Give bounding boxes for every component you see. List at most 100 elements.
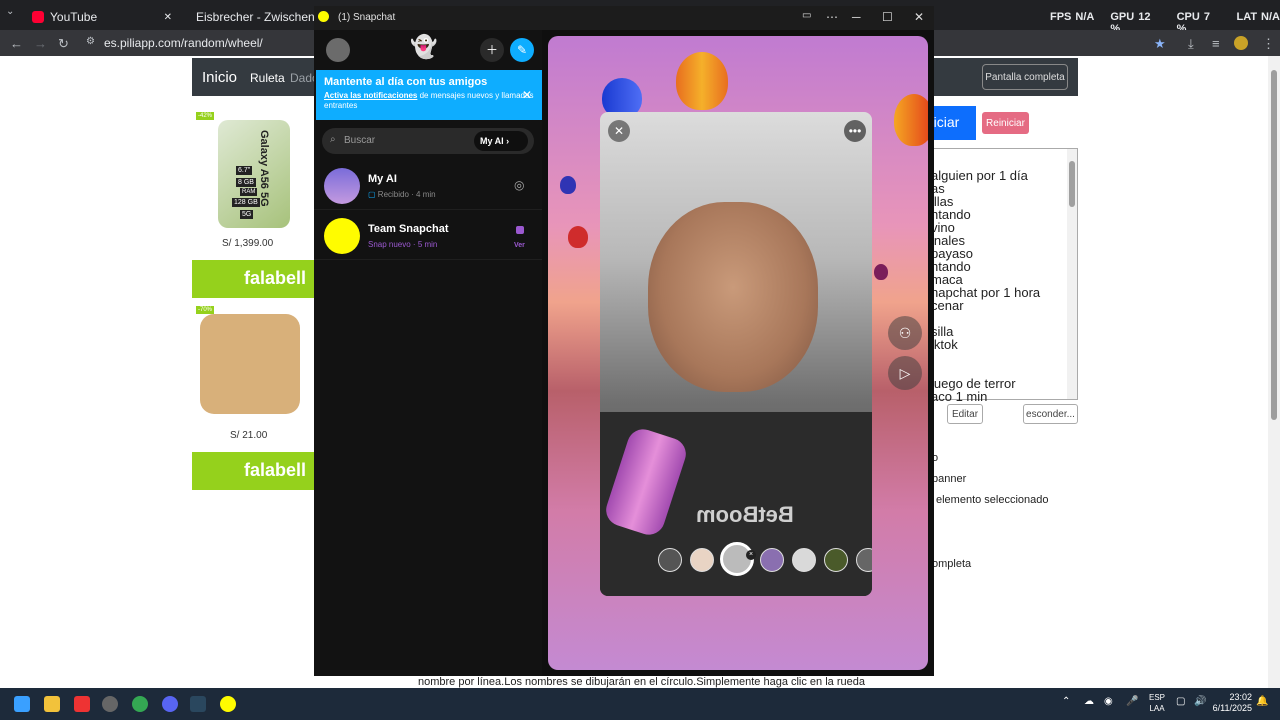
chat-time: 5 min — [417, 240, 438, 249]
close-icon[interactable]: ✕ — [164, 12, 172, 23]
fullscreen-button[interactable]: Pantalla completa — [982, 64, 1068, 90]
shirt-text: BetBoom — [696, 502, 794, 527]
nav-inicio-link[interactable]: Inicio — [202, 69, 237, 86]
minimize-button[interactable]: ─ — [852, 10, 861, 24]
forward-arrow-icon[interactable]: → — [34, 36, 47, 51]
app-icon[interactable] — [102, 696, 118, 712]
ad-card-airfryer[interactable]: -70% S/ 21.00 falabell — [192, 302, 316, 490]
snapchat-ghost-icon[interactable]: 👻 — [410, 34, 437, 60]
edit-button[interactable]: Editar — [947, 404, 983, 424]
app-tray-icon[interactable]: ◉ — [1104, 696, 1113, 707]
start-icon[interactable] — [14, 696, 30, 712]
page-scrollbar[interactable] — [1268, 56, 1280, 688]
scrollbar-thumb[interactable] — [1271, 70, 1277, 420]
scrollbar-thumb[interactable] — [1069, 161, 1075, 207]
search-input[interactable]: ⌕ Buscar My AI › — [322, 128, 534, 154]
hide-button[interactable]: esconder... — [1023, 404, 1078, 424]
chrome-icon[interactable] — [132, 696, 148, 712]
my-ai-label: My AI — [480, 136, 504, 146]
close-icon[interactable]: ✕ — [522, 88, 532, 102]
chat-bubble-icon: ▢ — [368, 190, 376, 199]
lens-option[interactable] — [824, 548, 848, 572]
add-friend-icon[interactable]: ＋ — [480, 38, 504, 62]
system-clock[interactable]: 23:02 6/11/2025 — [1212, 692, 1252, 714]
lens-option[interactable] — [658, 548, 682, 572]
steam-icon[interactable] — [190, 696, 206, 712]
phone-model-label: Galaxy A56 5G — [258, 130, 270, 207]
chat-item-team-snapchat[interactable]: Team Snapchat Snap nuevo · 5 min Ver — [314, 212, 542, 260]
maximize-button[interactable]: ☐ — [882, 10, 893, 24]
new-snap-indicator — [516, 226, 524, 234]
my-ai-shortcut-button[interactable]: My AI › — [474, 131, 528, 151]
lens-option[interactable] — [792, 548, 816, 572]
instructions-text: nombre por línea.Los nombres se dibujará… — [418, 676, 865, 688]
profile-avatar[interactable] — [1234, 36, 1248, 50]
more-options-icon[interactable]: ⋯ — [826, 10, 838, 24]
app-icon[interactable] — [74, 696, 90, 712]
chat-sidebar: 👻 ＋ ✎ Mantente al día con tus amigos Act… — [314, 30, 542, 676]
tab-title: YouTube — [50, 10, 98, 24]
option-text: banner — [932, 473, 967, 485]
search-icon: ⌕ — [330, 134, 336, 145]
url-field[interactable]: es.piliapp.com/random/wheel/ — [104, 36, 263, 50]
snapchat-taskbar-icon[interactable] — [220, 696, 236, 712]
cloud-icon[interactable]: ☁ — [1084, 696, 1094, 707]
site-info-icon[interactable]: ⚙ — [86, 36, 95, 47]
notification-banner: Mantente al día con tus amigos Activa la… — [316, 70, 542, 120]
name-line: aco 1 min — [931, 389, 988, 404]
snapchat-ghost-icon — [318, 11, 329, 22]
network-icon[interactable]: ▢ — [1176, 696, 1185, 707]
queue-icon[interactable]: ≡ — [1212, 36, 1220, 51]
chat-item-my-ai[interactable]: My AI ▢ Recibido · 4 min ◎ — [314, 162, 542, 210]
play-icon[interactable]: ▷ — [888, 356, 922, 390]
reset-button[interactable]: Reiniciar — [982, 112, 1029, 134]
nav-ruleta-link[interactable]: Ruleta — [250, 71, 285, 85]
close-window-button[interactable]: ✕ — [914, 10, 924, 24]
lat-label: LAT — [1236, 11, 1258, 23]
name-line: cenar — [931, 298, 964, 313]
tab-list-chevron-icon[interactable]: ⌄ — [6, 6, 14, 17]
notification-title: Mantente al día con tus amigos — [324, 76, 488, 88]
chevron-up-icon[interactable]: ⌃ — [1062, 696, 1070, 707]
names-textarea[interactable]: alguien por 1 día as illas ntando vino i… — [930, 148, 1078, 404]
notification-bell-icon[interactable]: 🔔 — [1256, 696, 1268, 707]
view-snap-link[interactable]: Ver — [514, 242, 525, 249]
microphone-icon[interactable]: 🎤 — [1126, 696, 1138, 707]
profile-avatar[interactable] — [326, 38, 350, 62]
cpu-label: CPU — [1176, 11, 1200, 23]
camera-icon[interactable]: ◎ — [514, 178, 524, 192]
ad-price: S/ 21.00 — [230, 430, 268, 441]
lens-option[interactable] — [760, 548, 784, 572]
file-explorer-icon[interactable] — [44, 696, 60, 712]
chat-status: Snap nuevo · 5 min — [368, 240, 438, 249]
new-chat-icon[interactable]: ✎ — [510, 38, 534, 62]
start-button[interactable]: Iniciar — [922, 106, 976, 140]
ad-card-phone[interactable]: -42% 6.7" 8 GB RAM 128 GB 5G Galaxy A56 … — [192, 108, 316, 298]
volume-icon[interactable]: 🔊 — [1194, 696, 1206, 707]
tab-youtube[interactable]: YouTube ✕ — [22, 4, 178, 30]
discord-icon[interactable] — [162, 696, 178, 712]
close-snap-button[interactable]: ✕ — [608, 120, 630, 142]
more-options-button[interactable]: ••• — [844, 120, 866, 142]
airfryer-liner-image — [200, 314, 300, 414]
menu-dots-icon[interactable]: ⋮ — [1262, 36, 1275, 52]
tab-eisbrecher[interactable]: Eisbrecher - Zwischen uns — [180, 4, 316, 30]
download-icon[interactable]: ⤓ — [1188, 36, 1194, 52]
back-arrow-icon[interactable]: ← — [10, 36, 23, 51]
reload-icon[interactable]: ↻ — [58, 36, 69, 52]
enable-notifications-link[interactable]: Activa las notificaciones — [324, 91, 417, 100]
chat-status-text: Snap nuevo — [368, 240, 411, 249]
friends-icon[interactable]: ⚇ — [888, 316, 922, 350]
bookmark-star-icon[interactable]: ★ — [1154, 36, 1166, 52]
textarea-scrollbar[interactable] — [1067, 149, 1077, 399]
snap-camera-preview: BetBoom ✕ ••• × — [600, 112, 872, 596]
lens-option[interactable] — [690, 548, 714, 572]
face-lens-preview — [648, 202, 818, 392]
falabella-banner[interactable]: falabell — [192, 452, 316, 490]
falabella-banner[interactable]: falabell — [192, 260, 316, 298]
remove-lens-icon[interactable]: × — [746, 550, 756, 560]
balloon-image — [676, 52, 728, 110]
clock-date: 6/11/2025 — [1212, 703, 1252, 713]
video-camera-icon[interactable]: ▭ — [802, 10, 811, 21]
input-language[interactable]: ESP LAA — [1148, 692, 1166, 714]
